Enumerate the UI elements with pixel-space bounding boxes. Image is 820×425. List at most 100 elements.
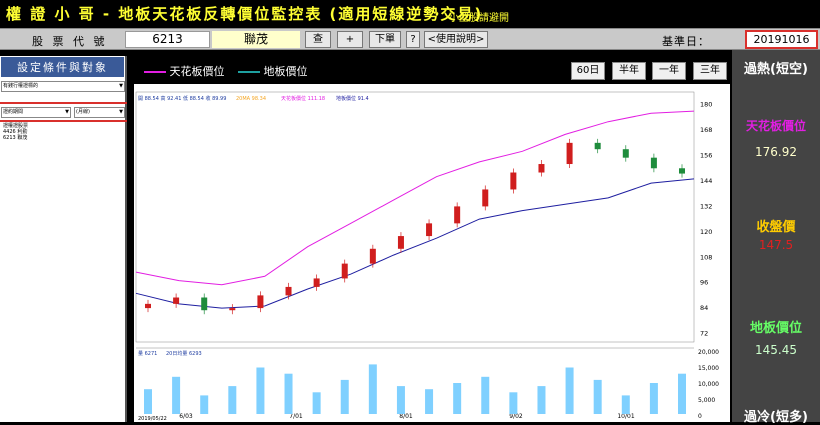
vol-info-text: 量 6271 (138, 350, 157, 357)
vol-tick-label: 10,000 (698, 381, 719, 388)
x-tick-label: 8/01 (399, 413, 413, 420)
candle-body (566, 142, 573, 165)
query-button[interactable]: 查 (305, 31, 331, 48)
candle-body (313, 278, 320, 287)
volume-bar (396, 386, 405, 414)
floor-line (135, 178, 695, 309)
vol-ma-info-text: 20日均量 6293 (166, 350, 202, 357)
stock-list: 證權證股票 4426 利勤 6213 聯茂 (3, 123, 28, 141)
candle-body (285, 286, 292, 296)
ceiling-price-value: 176.92 (755, 145, 797, 159)
category-select[interactable]: 有錢行權證標的 ▼ (1, 81, 125, 92)
base-date-input[interactable]: 20191016 (745, 30, 818, 49)
stock-name: 聯茂 (212, 31, 300, 48)
y-tick-label: 132 (700, 202, 712, 210)
y-tick-label: 96 (700, 279, 708, 287)
y-tick-label: 180 (700, 101, 712, 109)
start-date-label: 2019/05/22 (138, 416, 167, 422)
volume-bar (228, 386, 237, 414)
candle-body (538, 164, 545, 173)
y-tick-label: 72 (700, 330, 708, 338)
ceiling-line (135, 110, 695, 286)
range-60d-button[interactable]: 60日 (571, 62, 605, 80)
price-info-text: 開 88.54 高 92.41 低 88.54 收 89.99 (138, 95, 226, 102)
base-date-label: 基準日： (662, 35, 710, 48)
y-tick-label: 84 (700, 304, 708, 312)
vol-tick-label: 15,000 (698, 365, 719, 372)
ceiling-price-label: 天花板價位 (745, 119, 806, 133)
volume-bar (256, 367, 265, 414)
stock-code-input[interactable]: 6213 (125, 31, 210, 48)
volume-bar (453, 383, 462, 414)
volume-bar (144, 389, 152, 414)
chevron-down-icon: ▼ (65, 109, 69, 115)
ceiling-legend-swatch (144, 71, 166, 73)
chart-plot: 72 84 96 108 120 132 144 156 168 180 6/03 7/01 8/01 9… (134, 84, 730, 422)
candle-body (426, 223, 433, 237)
toolbar: 股 票 代 號 6213 聯茂 查 + 下單 ? <使用說明> 基準日： 201… (0, 28, 820, 50)
y-tick-label: 168 (700, 126, 712, 134)
x-tick-label: 10/01 (617, 413, 634, 420)
y-tick-label: 144 (700, 177, 712, 185)
volume-bar (425, 389, 434, 414)
price-chart-svg: 72 84 96 108 120 132 144 156 168 180 6/03 7/01 8/01 9… (135, 91, 719, 422)
volume-bar (649, 383, 658, 414)
price-frame (135, 91, 695, 343)
signal-panel: 過熱(短空) 天花板價位 176.92 收盤價 147.5 地板價位 145.4… (732, 50, 820, 425)
ceiling-legend-label: 天花板價位 (169, 65, 225, 78)
candle-body (510, 172, 517, 190)
app-subtitle: 小型股請避開 (449, 13, 509, 24)
volume-bar (621, 395, 630, 414)
ceiling-info-text: 天花板價位 111.18 (281, 95, 325, 102)
candle-body (173, 297, 180, 304)
volume-bar (312, 392, 321, 414)
x-tick-label: 7/01 (289, 413, 303, 420)
candle-body (650, 157, 657, 169)
app-title: 權 證 小 哥 - 地板天花板反轉價位監控表 (適用短線逆勢交易) (6, 5, 484, 23)
close-price-label: 收盤價 (756, 220, 796, 235)
volume-bar (200, 395, 209, 414)
range-half-year-button[interactable]: 半年 (612, 62, 646, 80)
volume-bar (368, 364, 377, 414)
chart-legend: 天花板價位 地板價位 (144, 63, 308, 79)
sidebar: 設定條件與對象 有錢行權證標的 ▼ 證約期間 ▼ (月線) ▼ 證權證股票 4426 … (0, 56, 127, 422)
range-1y-button[interactable]: 一年 (652, 62, 686, 80)
sidebar-header: 設定條件與對象 (0, 56, 125, 78)
volume-bar (172, 376, 181, 414)
range-3y-button[interactable]: 三年 (693, 62, 727, 80)
chevron-down-icon: ▼ (119, 83, 123, 89)
candle-body (594, 142, 601, 150)
vol-tick-label: 5,000 (698, 397, 715, 404)
vol-tick-label: 20,000 (698, 349, 719, 356)
candle-body (201, 297, 208, 311)
volume-bar (284, 373, 293, 414)
period-select[interactable]: 證約期間 ▼ (1, 107, 71, 118)
vol-tick-label: 0 (698, 413, 702, 420)
interval-select[interactable]: (月線) ▼ (74, 107, 125, 118)
volume-bar (537, 386, 546, 414)
y-tick-label: 120 (700, 228, 712, 236)
list-item[interactable]: 6213 聯茂 (3, 135, 28, 141)
overcold-label: 過冷(短多) (744, 410, 808, 425)
x-tick-label: 6/03 (179, 413, 193, 420)
add-button[interactable]: + (337, 31, 363, 48)
floor-price-label: 地板價位 (749, 321, 802, 336)
y-tick-label: 108 (700, 253, 712, 261)
floor-price-value: 145.45 (755, 343, 797, 357)
usage-help-button[interactable]: <使用說明> (424, 31, 488, 48)
candle-body (622, 149, 629, 158)
candle-body (454, 206, 461, 224)
floor-legend-label: 地板價位 (263, 65, 308, 78)
ma-info-text: 20MA 98.34 (236, 96, 266, 102)
candle-body (397, 236, 404, 249)
x-tick-label: 9/02 (509, 413, 523, 420)
candle-body (257, 295, 264, 309)
help-icon-button[interactable]: ? (406, 31, 420, 48)
y-tick-label: 156 (700, 152, 712, 160)
volume-bar (481, 376, 490, 414)
candle-body (482, 189, 489, 207)
volume-bar (509, 392, 518, 414)
order-button[interactable]: 下單 (369, 31, 401, 48)
floor-legend-swatch (238, 71, 260, 73)
candle-body (679, 168, 685, 174)
